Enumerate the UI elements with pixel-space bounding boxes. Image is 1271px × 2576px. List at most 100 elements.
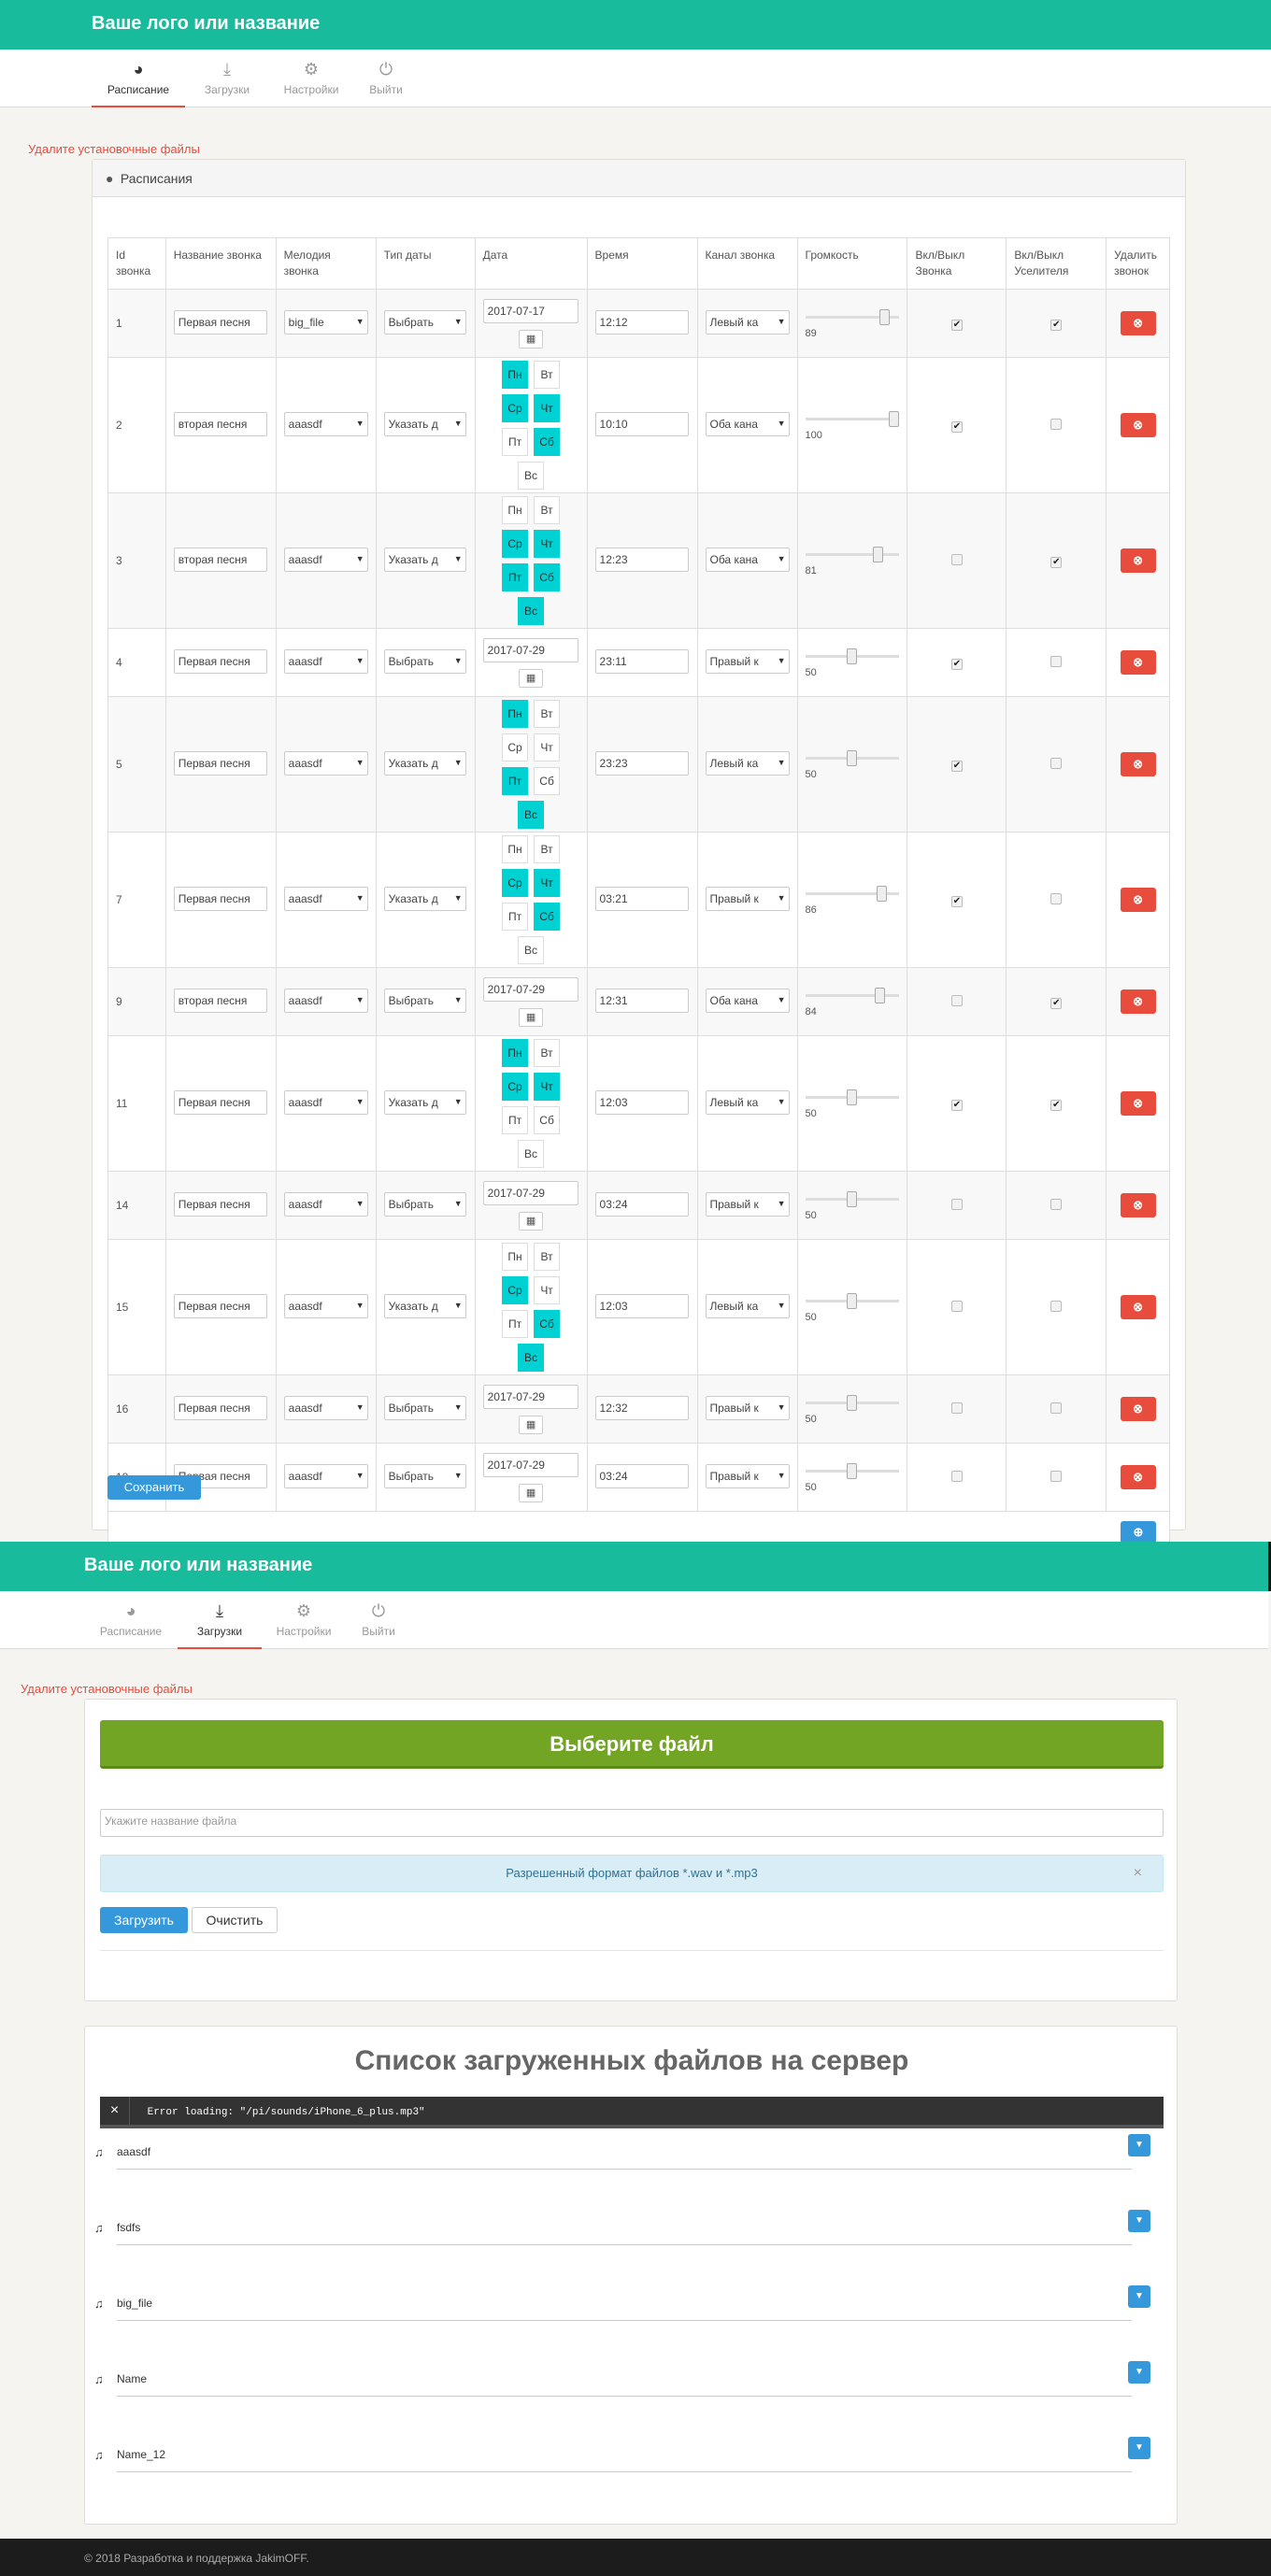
error-close-icon[interactable]: × xyxy=(100,2097,130,2125)
upload-button[interactable]: Загрузить xyxy=(100,1907,188,1933)
time-input[interactable]: 23:11 xyxy=(594,648,689,674)
calendar-icon[interactable]: ▦ xyxy=(519,1483,544,1502)
calendar-icon[interactable]: ▦ xyxy=(519,1007,544,1027)
date-type-select[interactable]: Указать д ▼ xyxy=(383,1089,466,1115)
date-type-select[interactable]: Указать д ▼ xyxy=(383,547,466,572)
weekday-toggle[interactable]: Ср xyxy=(502,1276,529,1304)
delete-button[interactable]: ⊗ xyxy=(1120,888,1156,912)
melody-select[interactable]: aaasdf ▼ xyxy=(283,1395,368,1420)
bell-checkbox[interactable]: ✔ xyxy=(950,420,963,433)
date-type-select[interactable]: Указать д ▼ xyxy=(383,1293,466,1318)
nav-tab-2-2[interactable]: ⚙ Настройки xyxy=(262,1591,346,1649)
slider-handle[interactable] xyxy=(877,886,888,902)
choose-file-button[interactable]: Выберите файл xyxy=(100,1720,1164,1769)
calendar-icon[interactable]: ▦ xyxy=(519,668,544,688)
slider-handle[interactable] xyxy=(875,988,886,1003)
bell-checkbox[interactable] xyxy=(950,1198,963,1210)
delete-button[interactable]: ⊗ xyxy=(1120,1193,1156,1217)
time-input[interactable]: 03:21 xyxy=(594,886,689,911)
volume-slider[interactable] xyxy=(805,1393,899,1412)
weekday-toggle[interactable]: Пн xyxy=(502,1039,529,1067)
name-input[interactable]: вторая песня xyxy=(173,988,267,1013)
weekday-toggle[interactable]: Вт xyxy=(534,361,561,389)
save-button[interactable]: Сохранить xyxy=(107,1475,201,1500)
amp-checkbox[interactable] xyxy=(1050,1300,1063,1312)
bell-checkbox[interactable] xyxy=(950,994,963,1006)
name-input[interactable]: Первая песня xyxy=(173,1395,267,1420)
melody-select[interactable]: aaasdf ▼ xyxy=(283,1293,368,1318)
weekday-toggle[interactable]: Чт xyxy=(534,394,561,422)
weekday-toggle[interactable]: Пн xyxy=(502,361,529,389)
delete-button[interactable]: ⊗ xyxy=(1120,311,1156,335)
bell-checkbox[interactable]: ✔ xyxy=(950,319,963,331)
nav-tab-0[interactable]: ◕ Расписание xyxy=(92,50,185,107)
amp-checkbox[interactable] xyxy=(1050,1402,1063,1414)
amp-checkbox[interactable]: ✔ xyxy=(1050,997,1063,1009)
volume-slider[interactable] xyxy=(805,1189,899,1208)
volume-slider[interactable] xyxy=(805,1291,899,1310)
chevron-down-icon[interactable]: ▼ xyxy=(1128,2210,1150,2232)
chevron-down-icon[interactable]: ▼ xyxy=(1128,2361,1150,2384)
weekday-toggle[interactable]: Вс xyxy=(518,1344,545,1372)
weekday-toggle[interactable]: Пн xyxy=(502,700,529,728)
name-input[interactable]: вторая песня xyxy=(173,547,267,572)
amp-checkbox[interactable] xyxy=(1050,1470,1063,1482)
bell-checkbox[interactable]: ✔ xyxy=(950,1099,963,1111)
bell-checkbox[interactable]: ✔ xyxy=(950,895,963,907)
nav-tab-3-2[interactable]: ⏻ Выйти xyxy=(346,1591,411,1649)
melody-select[interactable]: aaasdf ▼ xyxy=(283,750,368,776)
volume-slider[interactable] xyxy=(805,986,899,1004)
date-type-select[interactable]: Указать д ▼ xyxy=(383,886,466,911)
weekday-toggle[interactable]: Пн xyxy=(502,835,529,863)
close-icon[interactable]: × xyxy=(1134,1856,1142,1891)
nav-tab-0-2[interactable]: ◕ Расписание xyxy=(84,1591,178,1649)
weekday-toggle[interactable]: Вт xyxy=(534,1243,561,1271)
weekday-toggle[interactable]: Сб xyxy=(534,1310,561,1338)
weekday-toggle[interactable]: Пт xyxy=(502,767,529,795)
weekday-toggle[interactable]: Пт xyxy=(502,1106,529,1134)
time-input[interactable]: 12:03 xyxy=(594,1293,689,1318)
slider-handle[interactable] xyxy=(888,411,899,427)
weekday-toggle[interactable]: Пт xyxy=(502,428,529,456)
date-type-select[interactable]: Выбрать ▼ xyxy=(383,648,466,674)
slider-handle[interactable] xyxy=(847,750,857,766)
bell-checkbox[interactable]: ✔ xyxy=(950,760,963,772)
date-type-select[interactable]: Выбрать ▼ xyxy=(383,1463,466,1488)
melody-select[interactable]: aaasdf ▼ xyxy=(283,1191,368,1217)
name-input[interactable]: Первая песня xyxy=(173,1293,267,1318)
nav-tab-3[interactable]: ⏻ Выйти xyxy=(353,50,419,107)
amp-checkbox[interactable] xyxy=(1050,418,1063,430)
slider-handle[interactable] xyxy=(872,547,883,562)
date-type-select[interactable]: Выбрать ▼ xyxy=(383,309,466,334)
weekday-toggle[interactable]: Чт xyxy=(534,869,561,897)
volume-slider[interactable] xyxy=(805,1461,899,1480)
name-input[interactable]: Первая песня xyxy=(173,886,267,911)
time-input[interactable]: 12:23 xyxy=(594,547,689,572)
melody-select[interactable]: aaasdf ▼ xyxy=(283,1089,368,1115)
melody-select[interactable]: aaasdf ▼ xyxy=(283,988,368,1013)
file-name-input[interactable]: Укажите название файла xyxy=(100,1809,1164,1837)
delete-button[interactable]: ⊗ xyxy=(1120,1295,1156,1319)
weekday-toggle[interactable]: Сб xyxy=(534,903,561,931)
clear-button[interactable]: Очистить xyxy=(192,1907,278,1933)
amp-checkbox[interactable]: ✔ xyxy=(1050,556,1063,568)
volume-slider[interactable] xyxy=(805,545,899,563)
bell-checkbox[interactable]: ✔ xyxy=(950,658,963,670)
time-input[interactable]: 12:31 xyxy=(594,988,689,1013)
slider-handle[interactable] xyxy=(847,1293,857,1309)
volume-slider[interactable] xyxy=(805,1088,899,1106)
weekday-toggle[interactable]: Вт xyxy=(534,700,561,728)
weekday-toggle[interactable]: Чт xyxy=(534,530,561,558)
name-input[interactable]: Первая песня xyxy=(173,1089,267,1115)
channel-select[interactable]: Оба кана ▼ xyxy=(705,988,790,1013)
weekday-toggle[interactable]: Пн xyxy=(502,1243,529,1271)
melody-select[interactable]: big_file ▼ xyxy=(283,309,368,334)
nav-tab-1-2[interactable]: ⤓ Загрузки xyxy=(178,1591,262,1649)
calendar-icon[interactable]: ▦ xyxy=(519,1415,544,1434)
date-input[interactable]: 2017-07-29 xyxy=(482,1452,578,1477)
time-input[interactable]: 12:32 xyxy=(594,1395,689,1420)
melody-select[interactable]: aaasdf ▼ xyxy=(283,1463,368,1488)
slider-handle[interactable] xyxy=(847,1395,857,1411)
amp-checkbox[interactable]: ✔ xyxy=(1050,1099,1063,1111)
weekday-toggle[interactable]: Вс xyxy=(518,597,545,625)
